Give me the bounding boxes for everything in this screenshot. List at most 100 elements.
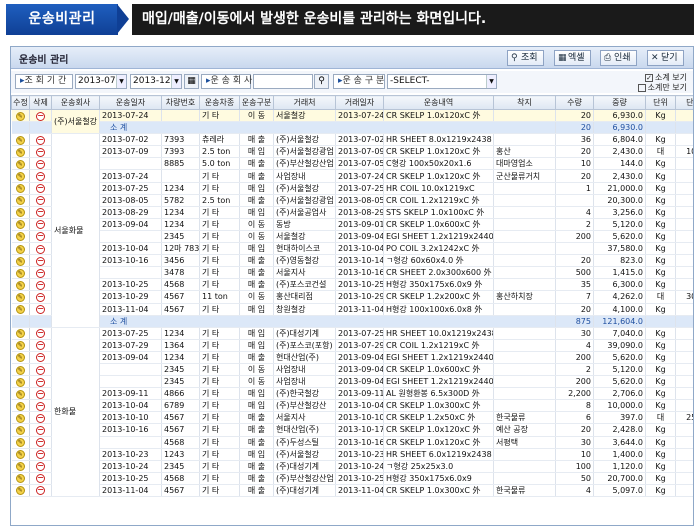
- checkbox-icon[interactable]: [637, 83, 646, 92]
- date-from-field[interactable]: 2013-07-01 ▼: [75, 74, 127, 89]
- delete-icon[interactable]: −: [36, 159, 45, 169]
- delete-icon[interactable]: −: [36, 341, 45, 351]
- delete-icon[interactable]: −: [36, 377, 45, 387]
- edit-icon[interactable]: ✎: [15, 184, 25, 194]
- table-row[interactable]: ✎ − 한화물 2013-07-25 1234 기 타매 입 (주)대성기계 2013-07-…: [11, 327, 693, 498]
- table-row[interactable]: ✎ −2013-07-24 기 타매 출 사업장내 2013-07-24 CR SKELP…: [11, 169, 693, 183]
- table-row[interactable]: ✎ −2013-10-23 1243 기 타매 입 (주)서울철강 2013-10-23 H…: [11, 448, 693, 461]
- column-header[interactable]: 운송회사: [51, 95, 100, 110]
- table-row[interactable]: ✎ − 4568 기 타매 출 (주)두성스틸 2013-10-16 CR SKELP 1.…: [11, 436, 693, 449]
- delete-icon[interactable]: −: [36, 462, 45, 472]
- edit-icon[interactable]: ✎: [15, 135, 25, 145]
- edit-icon[interactable]: ✎: [15, 413, 25, 423]
- table-row[interactable]: ✎ −2013-10-25 4568 기 타매 출 (주)포스코건설 2013-10-25…: [11, 278, 693, 292]
- delete-icon[interactable]: −: [36, 232, 45, 242]
- delete-icon[interactable]: −: [36, 365, 45, 375]
- table-row[interactable]: ✎−2013-10-0412마 7834기 타매 입현대하이스코2013-10-…: [11, 242, 693, 256]
- table-row[interactable]: ✎ −2013-10-29 4567 11 ton 이 동 홍산대리점 2013-10-29…: [11, 290, 693, 304]
- delete-icon[interactable]: −: [36, 401, 45, 411]
- column-header[interactable]: 운송일자: [99, 95, 162, 110]
- edit-icon[interactable]: ✎: [15, 196, 25, 206]
- table-row[interactable]: ✎ −2013-07-25 1234 기 타매 입 (주)서울철강 2013-07-25 H…: [11, 182, 693, 195]
- edit-icon[interactable]: ✎: [15, 377, 25, 387]
- search-button[interactable]: ⚲ 조회: [507, 50, 544, 66]
- column-header[interactable]: 수정: [11, 95, 30, 110]
- delete-icon[interactable]: −: [36, 474, 45, 484]
- company-field[interactable]: [253, 74, 313, 89]
- delete-icon[interactable]: −: [36, 329, 45, 339]
- chevron-down-icon[interactable]: ▼: [486, 75, 496, 88]
- column-header[interactable]: 거래일자: [335, 95, 384, 110]
- subtotal-only-checkbox[interactable]: 소계만 보기: [637, 82, 687, 93]
- column-header[interactable]: 운송구분: [239, 95, 274, 110]
- delete-icon[interactable]: −: [36, 292, 45, 302]
- table-row[interactable]: ✎ − 2013-10-16 4567 기 타매 출 현대산업(주) 2013-10-17 C…: [11, 423, 693, 437]
- column-header[interactable]: 단가: [675, 95, 693, 110]
- column-header[interactable]: 차량번호: [161, 95, 200, 110]
- delete-icon[interactable]: −: [36, 135, 45, 145]
- edit-icon[interactable]: ✎: [15, 474, 25, 484]
- delete-icon[interactable]: −: [36, 305, 45, 315]
- edit-icon[interactable]: ✎: [15, 172, 25, 182]
- column-header[interactable]: 삭제: [29, 95, 52, 110]
- edit-icon[interactable]: ✎: [15, 208, 25, 218]
- delete-icon[interactable]: −: [36, 280, 45, 290]
- edit-icon[interactable]: ✎: [15, 159, 25, 169]
- table-row[interactable]: ✎ − 2013-09-04 1234 기 타이 동 동방 2013-09-01 CR SKE…: [11, 218, 693, 231]
- delete-icon[interactable]: −: [36, 353, 45, 363]
- delete-icon[interactable]: −: [36, 196, 45, 206]
- column-header[interactable]: 운송차종: [199, 95, 240, 110]
- delete-icon[interactable]: −: [36, 268, 45, 278]
- table-row[interactable]: ✎ −2013-10-24 2345 기 타매 출 (주)대성기계 2013-10-24 ㄱ…: [11, 460, 693, 473]
- excel-button[interactable]: ▦엑셀: [554, 50, 591, 66]
- delete-icon[interactable]: −: [36, 413, 45, 423]
- edit-icon[interactable]: ✎: [15, 341, 25, 351]
- table-row[interactable]: ✎ −2013-10-10 4567 기 타매 출 서울지사 2013-10-10 CR S…: [11, 411, 693, 425]
- table-row[interactable]: ✎ −2013-07-09 7393 2.5 ton 매 입 (주)서울철강광업 2013-…: [11, 145, 693, 159]
- table-row[interactable]: ✎ −2013-09-11 4866 기 타매 입 (주)한국철강 2013-09-11 A…: [11, 387, 693, 401]
- column-header[interactable]: 수량: [555, 95, 594, 110]
- calendar-icon[interactable]: ▦: [184, 74, 199, 89]
- close-button[interactable]: ✕ 닫기: [647, 50, 684, 66]
- delete-icon[interactable]: −: [36, 111, 45, 121]
- delete-icon[interactable]: −: [36, 244, 45, 254]
- delete-icon[interactable]: −: [36, 184, 45, 194]
- date-to-field[interactable]: 2013-12-31 ▼: [130, 74, 182, 89]
- table-row[interactable]: ✎ − 3478 기 타매 출 서울지사 2013-10-16 CR SHEET 2.0x3…: [11, 266, 693, 280]
- table-row[interactable]: ✎ − 2345 기 타이 동 사업장내 2013-09-04 CR SKELP 1.0x6…: [11, 363, 693, 377]
- table-row[interactable]: ✎ −2013-08-05 5782 2.5 ton 매 출 (주)서울철강광업 2013-…: [11, 194, 693, 207]
- edit-icon[interactable]: ✎: [15, 365, 25, 375]
- table-row[interactable]: ✎ −2013-11-04 4567 기 타매 입 창원철강 2013-11-04 H형강 …: [11, 303, 693, 316]
- delete-icon[interactable]: −: [36, 450, 45, 460]
- search-icon[interactable]: ⚲: [314, 74, 329, 89]
- edit-icon[interactable]: ✎: [15, 232, 25, 242]
- table-row[interactable]: ✎ −2013-08-29 1234 기 타매 입 (주)서울공업사 2013-08-29…: [11, 206, 693, 219]
- edit-icon[interactable]: ✎: [15, 462, 25, 472]
- table-row[interactable]: ✎ −2013-10-25 4568 기 타매 출 (주)부산철강산업 2013-10-2…: [11, 472, 693, 485]
- edit-icon[interactable]: ✎: [15, 292, 25, 302]
- table-row[interactable]: ✎ − 2013-10-16 3456 기 타매 출 (주)영동철강 2013-10-14 ㄱ…: [11, 254, 693, 268]
- edit-icon[interactable]: ✎: [15, 450, 25, 460]
- table-row[interactable]: ✎ − 서울화물 2013-07-02 7393 츄레라 매 출 (주)서울철강 2013-07…: [11, 133, 693, 328]
- edit-icon[interactable]: ✎: [15, 486, 25, 496]
- table-row[interactable]: ✎ −2013-10-04 6789 기 타매 입 (주)부산철강산 2013-10-04…: [11, 399, 693, 413]
- edit-icon[interactable]: ✎: [15, 438, 25, 448]
- edit-icon[interactable]: ✎: [15, 220, 25, 230]
- edit-icon[interactable]: ✎: [15, 147, 25, 157]
- delete-icon[interactable]: −: [36, 208, 45, 218]
- edit-icon[interactable]: ✎: [15, 401, 25, 411]
- table-row[interactable]: ✎ −2013-07-29 1364 기 타매 입 (주)포스코(포항) 2013-07-…: [11, 339, 693, 352]
- delete-icon[interactable]: −: [36, 256, 45, 266]
- column-header[interactable]: 중량: [593, 95, 646, 110]
- print-button[interactable]: ⎙ 인쇄: [600, 50, 637, 66]
- edit-icon[interactable]: ✎: [15, 329, 25, 339]
- edit-icon[interactable]: ✎: [15, 256, 25, 266]
- table-row[interactable]: ✎ −2013-11-04 4567 기 타매 출 (주)대성기계 2013-11-04 C…: [11, 484, 693, 498]
- edit-icon[interactable]: ✎: [15, 305, 25, 315]
- column-header[interactable]: 단위: [645, 95, 676, 110]
- delete-icon[interactable]: −: [36, 425, 45, 435]
- edit-icon[interactable]: ✎: [15, 280, 25, 290]
- edit-icon[interactable]: ✎: [15, 268, 25, 278]
- table-row[interactable]: ✎ − (주)서울철강 2013-07-24 기 타이 동 서울철강 2013-07-24 C…: [11, 109, 693, 135]
- delete-icon[interactable]: −: [36, 220, 45, 230]
